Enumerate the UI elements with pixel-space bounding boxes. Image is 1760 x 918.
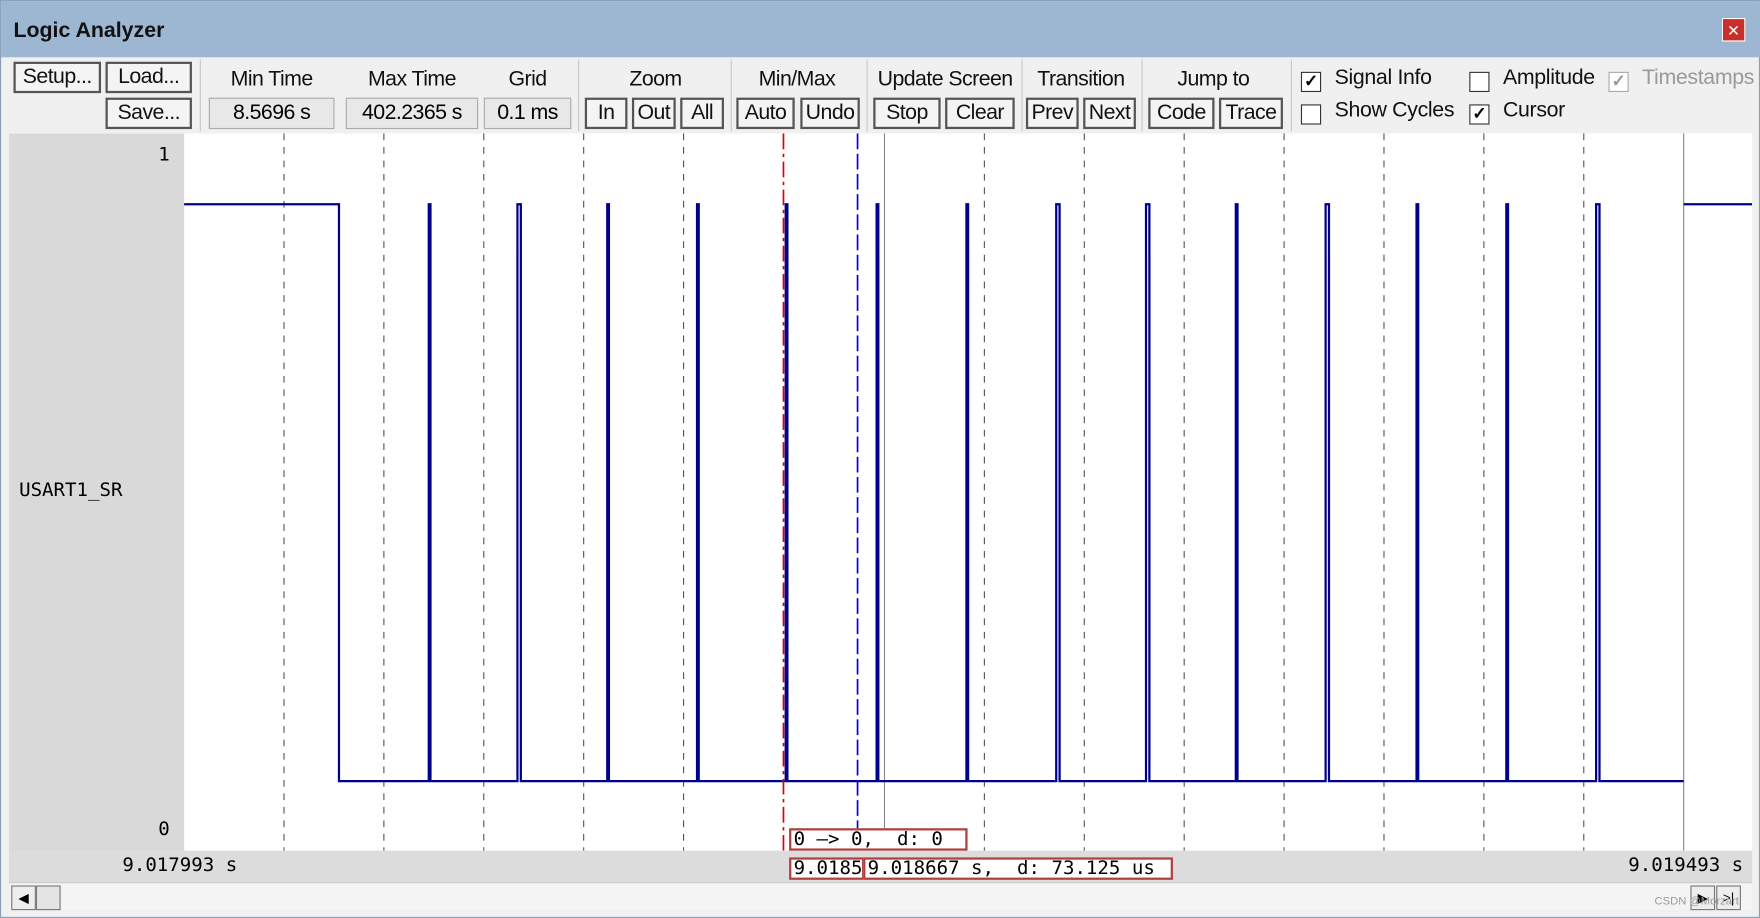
zoom-out-button[interactable]: Out xyxy=(631,97,676,130)
window-title: Logic Analyzer xyxy=(13,19,165,43)
checkbox-label: Show Cycles xyxy=(1334,98,1455,123)
cursor-time-left-box: 9.0185 xyxy=(789,857,865,880)
max-value-label: 1 xyxy=(158,143,170,167)
max-time-value: 402.2365 s xyxy=(345,97,479,130)
signal-label-panel: 1 USART1_SR 0 xyxy=(8,133,186,851)
logic-analyzer-window: Logic Analyzer ✕ Setup... Load... Save..… xyxy=(0,0,1760,918)
signal-name[interactable]: USART1_SR xyxy=(19,479,122,501)
jump-to-label: Jump to xyxy=(1177,67,1250,91)
next-button[interactable]: Next xyxy=(1083,97,1136,130)
close-icon[interactable]: ✕ xyxy=(1721,17,1746,42)
minmax-label: Min/Max xyxy=(758,67,836,91)
cursor-value-box: 0 —> 0, d: 0 xyxy=(789,828,968,851)
load-button[interactable]: Load... xyxy=(105,61,192,94)
update-screen-label: Update Screen xyxy=(877,67,1014,91)
zoom-label: Zoom xyxy=(629,67,682,91)
signal-waveform xyxy=(184,203,1684,783)
prev-button[interactable]: Prev xyxy=(1025,97,1079,130)
max-time-label: Max Time xyxy=(367,67,457,91)
checkbox-timestamps: ✓ xyxy=(1608,71,1629,93)
undo-button[interactable]: Undo xyxy=(800,97,860,130)
transition-label: Transition xyxy=(1037,67,1125,91)
watermark: CSDN @Morzart xyxy=(1654,895,1739,908)
setup-button[interactable]: Setup... xyxy=(13,61,102,94)
checkbox-label: Signal Info xyxy=(1334,66,1432,90)
checkbox-amplitude[interactable] xyxy=(1469,71,1490,93)
checkbox-label: Timestamps xyxy=(1642,66,1755,90)
title-bar: Logic Analyzer ✕ xyxy=(1,1,1760,58)
scroll-thumb[interactable] xyxy=(35,885,61,911)
save-button[interactable]: Save... xyxy=(105,97,192,130)
grid-label: Grid xyxy=(508,67,548,91)
checkbox-signal-info[interactable]: ✓ xyxy=(1300,71,1322,93)
zoom-all-button[interactable]: All xyxy=(680,97,724,130)
horizontal-scrollbar[interactable]: ◀ ▶ >| CSDN @Morzart xyxy=(8,882,1753,911)
trace-button[interactable]: Trace xyxy=(1218,97,1283,130)
cursor-time-box: 9.018667 s, d: 73.125 us xyxy=(863,857,1173,880)
axis-start-time: 9.017993 s xyxy=(122,854,238,877)
min-value-label: 0 xyxy=(158,818,170,841)
clear-button[interactable]: Clear xyxy=(945,97,1015,130)
checkbox-cursor[interactable]: ✓ xyxy=(1469,104,1490,125)
auto-button[interactable]: Auto xyxy=(736,97,795,130)
axis-end-time: 9.019493 s xyxy=(1628,854,1744,877)
min-time-label: Min Time xyxy=(230,67,314,91)
checkbox-show-cycles[interactable] xyxy=(1300,104,1322,125)
code-button[interactable]: Code xyxy=(1148,97,1215,130)
waveform-plot[interactable] xyxy=(184,133,1753,851)
checkbox-label: Cursor xyxy=(1502,98,1565,123)
checkbox-label: Amplitude xyxy=(1502,66,1595,90)
grid-value: 0.1 ms xyxy=(483,97,572,130)
min-time-value: 8.5696 s xyxy=(208,97,335,130)
zoom-in-button[interactable]: In xyxy=(584,97,628,130)
scroll-left-icon[interactable]: ◀ xyxy=(11,885,36,911)
stop-button[interactable]: Stop xyxy=(873,97,941,130)
